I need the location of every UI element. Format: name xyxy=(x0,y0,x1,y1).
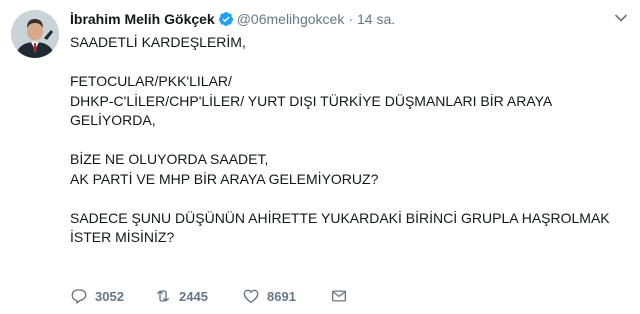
avatar[interactable] xyxy=(11,10,59,58)
tweet-actions: 3052 2445 8691 xyxy=(70,286,348,306)
retweet-button[interactable]: 2445 xyxy=(154,287,242,305)
verified-badge-icon xyxy=(218,11,234,27)
tweet-line: SAADETLİ KARDEŞLERİM, xyxy=(70,34,246,50)
author-name[interactable]: İbrahim Melih Gökçek xyxy=(70,11,215,27)
tweet-line xyxy=(70,189,610,209)
retweet-count: 2445 xyxy=(179,288,208,304)
tweet-line: FETOCULAR/PKK'LILAR/ xyxy=(70,73,232,89)
tweet-text: SAADETLİ KARDEŞLERİM, FETOCULAR/PKK'LILA… xyxy=(70,33,610,248)
timestamp-link[interactable]: 14 sa. xyxy=(357,11,395,27)
tweet-line xyxy=(70,131,610,151)
tweet-line: AK PARTİ VE MHP BİR ARAYA GELEMİYORUZ? xyxy=(70,170,379,187)
tweet-header: İbrahim Melih Gökçek @06melihgokcek · 14… xyxy=(70,9,395,29)
tweet-line xyxy=(70,53,610,73)
tweet-line: BİZE NE OLUYORDA SAADET, xyxy=(70,151,269,167)
author-handle[interactable]: @06melihgokcek xyxy=(237,11,345,27)
envelope-icon xyxy=(331,290,347,302)
tweet-card[interactable]: İbrahim Melih Gökçek @06melihgokcek · 14… xyxy=(0,0,640,314)
retweet-icon xyxy=(157,290,169,302)
heart-icon xyxy=(243,289,259,304)
tweet-line: DHKP-C'LİLER/CHP'LİLER/ YURT DIŞI TÜRKİY… xyxy=(70,92,552,129)
avatar-image xyxy=(11,10,59,58)
like-count: 8691 xyxy=(267,288,296,304)
reply-count: 3052 xyxy=(95,288,124,304)
reply-icon xyxy=(71,289,87,304)
reply-button[interactable]: 3052 xyxy=(70,287,154,305)
like-button[interactable]: 8691 xyxy=(242,287,330,305)
tweet-line: SADECE ŞUNU DÜŞÜNÜN AHİRETTE YUKARDAKİ B… xyxy=(70,209,610,246)
chevron-down-icon[interactable] xyxy=(614,11,628,25)
direct-message-button[interactable] xyxy=(330,287,348,305)
separator-dot: · xyxy=(348,11,353,27)
